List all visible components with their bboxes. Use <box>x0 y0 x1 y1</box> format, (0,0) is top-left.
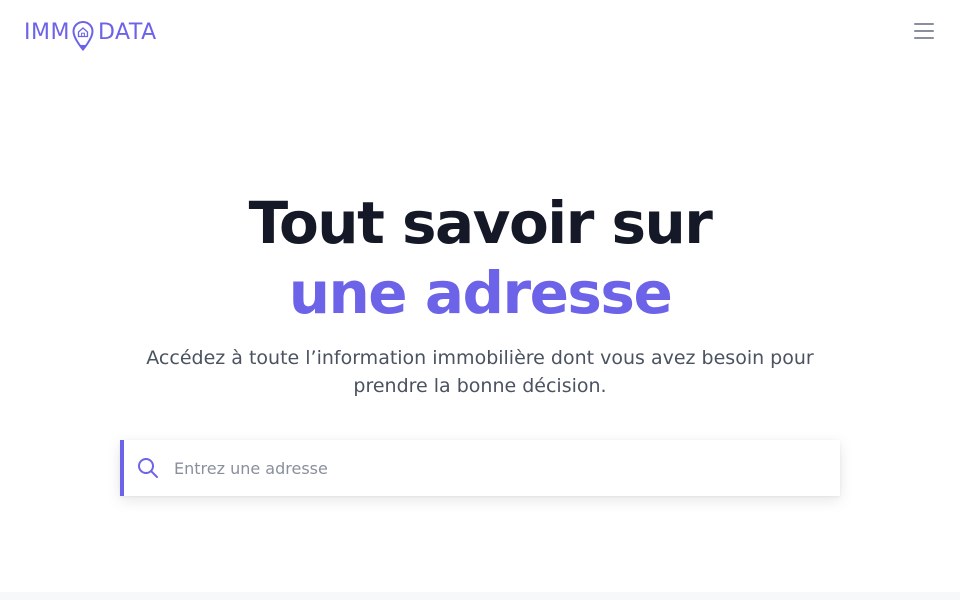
search-icon <box>138 458 158 478</box>
header: IMM DATA <box>0 0 960 64</box>
hero-subtitle-line2: prendre la bonne décision. <box>353 375 607 397</box>
logo-text-right: DATA <box>97 20 157 45</box>
logo-text-left: IMM <box>24 20 70 45</box>
hero-subtitle-line1: Accédez à toute l’information immobilièr… <box>146 347 814 369</box>
hero-title-line1: Tout savoir sur <box>248 189 713 257</box>
hamburger-menu-icon <box>914 30 934 32</box>
next-section-edge <box>0 592 960 600</box>
hamburger-menu-icon <box>914 37 934 39</box>
hero-title: Tout savoir sur une adresse <box>0 188 960 328</box>
hero-title-accent: une adresse <box>288 259 673 327</box>
address-search-box[interactable] <box>120 440 840 496</box>
address-search-input[interactable] <box>172 447 816 489</box>
logo[interactable]: IMM DATA <box>24 18 157 52</box>
menu-button[interactable] <box>912 20 936 42</box>
location-pin-house-icon <box>72 20 94 52</box>
hero-subtitle: Accédez à toute l’information immobilièr… <box>130 344 830 400</box>
hamburger-menu-icon <box>914 23 934 25</box>
